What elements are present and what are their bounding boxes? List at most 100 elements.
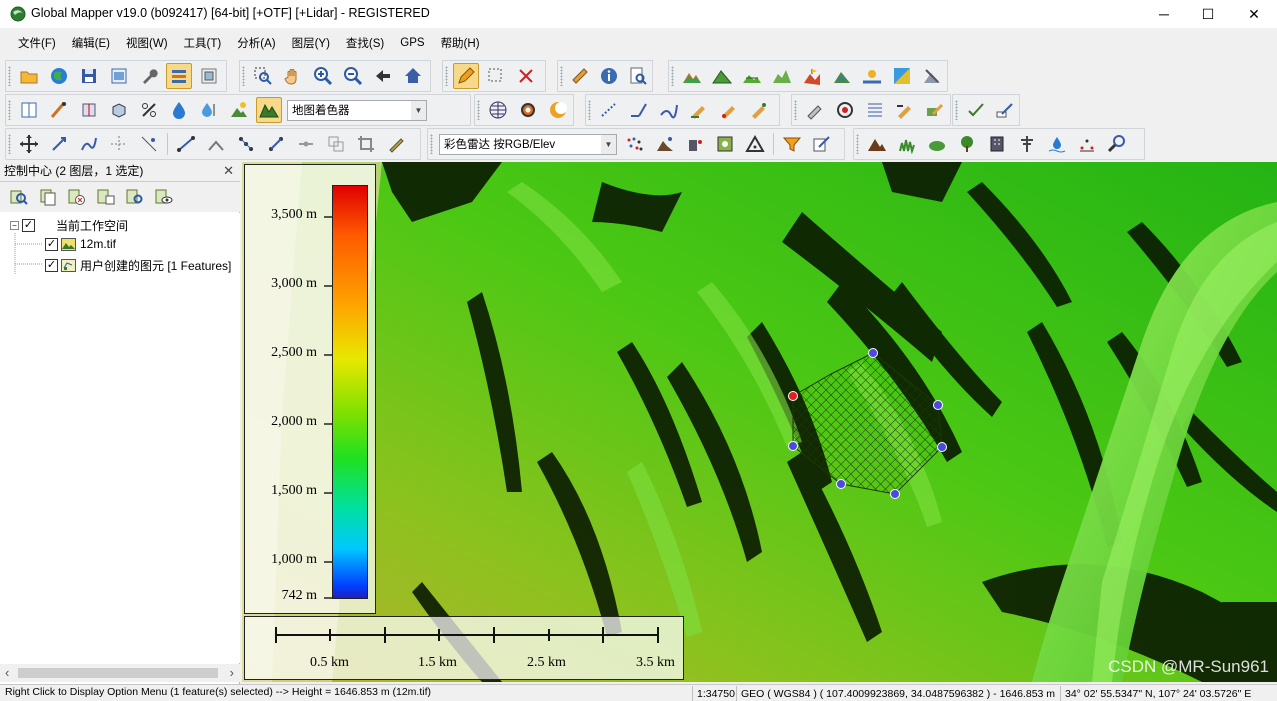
close-panel-icon[interactable]: ✕ — [223, 163, 234, 179]
search-doc-icon[interactable] — [625, 63, 650, 89]
menu-search[interactable]: 查找(S) — [338, 35, 392, 51]
marker-icon[interactable] — [383, 131, 409, 157]
terrain-profile-icon[interactable] — [769, 63, 795, 89]
percent-tool-icon[interactable] — [136, 97, 162, 123]
terrain-elevation-icon[interactable] — [679, 63, 705, 89]
terrain-sun-icon[interactable] — [859, 63, 885, 89]
menu-help[interactable]: 帮助(H) — [433, 35, 488, 51]
save-icon[interactable] — [76, 63, 102, 89]
workspace-icon[interactable] — [106, 63, 132, 89]
zoom-box-icon[interactable] — [250, 63, 276, 89]
line-pen-icon[interactable] — [626, 97, 652, 123]
menu-view[interactable]: 视图(W) — [118, 35, 176, 51]
terrain-disabled-icon[interactable] — [919, 63, 945, 89]
tree-layer-row[interactable]: ✓ 12m.tif — [45, 237, 116, 251]
delete-x-icon[interactable] — [513, 63, 539, 89]
scroll-left-icon[interactable]: ‹ — [5, 665, 9, 680]
filter-funnel-icon[interactable] — [779, 131, 805, 157]
tree-workspace-row[interactable]: − ✓ 当前工作空间 — [10, 217, 128, 234]
dotted-line-icon[interactable] — [596, 97, 622, 123]
point-cloud-icon[interactable] — [622, 131, 648, 157]
tree-layer-row[interactable]: ✓ 用户创建的图元 [1 Features] — [45, 257, 231, 274]
minimize-button[interactable]: ─ — [1141, 0, 1187, 28]
path-profile-icon[interactable] — [46, 97, 72, 123]
bend-line-icon[interactable] — [203, 131, 229, 157]
terrain-shader-icon[interactable] — [889, 63, 915, 89]
light-terrain-icon[interactable] — [226, 97, 252, 123]
search-tool-icon[interactable] — [1104, 131, 1130, 157]
node-split-icon[interactable] — [293, 131, 319, 157]
3d-view-icon[interactable] — [106, 97, 132, 123]
shrub-icon[interactable] — [924, 131, 950, 157]
layer-checkbox[interactable]: ✓ — [45, 259, 58, 272]
moon-night-icon[interactable] — [545, 97, 571, 123]
line-vertices-icon[interactable] — [173, 131, 199, 157]
area-pen-icon[interactable] — [922, 97, 948, 123]
menu-file[interactable]: 文件(F) — [10, 35, 64, 51]
curve-pen-icon[interactable] — [656, 97, 682, 123]
menu-edit[interactable]: 编辑(E) — [64, 35, 118, 51]
layer-search-icon[interactable] — [124, 186, 146, 208]
zoom-in-icon[interactable] — [310, 63, 336, 89]
snap-crosshair-icon[interactable] — [106, 131, 132, 157]
triangle-mesh-icon[interactable] — [742, 131, 768, 157]
workspace-checkbox[interactable]: ✓ — [22, 219, 35, 232]
collapse-icon[interactable]: − — [10, 221, 19, 230]
zoom-out-icon[interactable] — [340, 63, 366, 89]
polygon-vertex[interactable] — [890, 489, 900, 499]
menu-layer[interactable]: 图层(Y) — [284, 35, 338, 51]
split-view-icon[interactable] — [16, 97, 42, 123]
settings-gear-icon[interactable] — [515, 97, 541, 123]
mountain-shader-icon[interactable] — [256, 97, 282, 123]
polygon-vertex[interactable] — [788, 441, 798, 451]
select-box-icon[interactable] — [483, 63, 509, 89]
vertex-edit-icon[interactable] — [802, 97, 828, 123]
scatter-tool-icon[interactable] — [136, 131, 162, 157]
polygon-vertex[interactable] — [836, 479, 846, 489]
layers-icon[interactable] — [166, 63, 192, 89]
shader-dropdown[interactable]: 地图着色器 ▼ — [287, 99, 427, 121]
terrain-slope-icon[interactable] — [709, 63, 735, 89]
water-icon[interactable] — [1044, 131, 1070, 157]
measure-ruler-icon[interactable] — [568, 63, 593, 89]
terrain-flag-icon[interactable] — [799, 63, 825, 89]
maximize-button[interactable]: ☐ — [1185, 0, 1231, 28]
open-folder-icon[interactable] — [16, 63, 42, 89]
layer-close-icon[interactable] — [66, 186, 88, 208]
layer-checkbox[interactable]: ✓ — [45, 237, 58, 251]
menu-tools[interactable]: 工具(T) — [176, 35, 230, 51]
terrain-watershed-icon[interactable] — [829, 63, 855, 89]
layer-metadata-icon[interactable] — [95, 186, 117, 208]
edit-points-icon[interactable] — [809, 131, 835, 157]
ground-mountain-icon[interactable] — [864, 131, 890, 157]
close-button[interactable]: ✕ — [1231, 0, 1277, 28]
menu-analysis[interactable]: 分析(A) — [229, 35, 283, 51]
building-icon[interactable] — [984, 131, 1010, 157]
grid-area-icon[interactable] — [862, 97, 888, 123]
copy-feature-icon[interactable] — [323, 131, 349, 157]
render-mode-dropdown[interactable]: 彩色雷达 按RGB/Elev ▼ — [439, 133, 617, 155]
scroll-right-icon[interactable]: › — [230, 665, 234, 680]
checkmark-pen-icon[interactable] — [963, 97, 988, 123]
move-feature-icon[interactable] — [892, 97, 918, 123]
scrollbar-thumb[interactable] — [18, 668, 218, 678]
home-icon[interactable] — [400, 63, 426, 89]
map-view[interactable]: 3,500 m 3,000 m 2,500 m 2,000 m 1,500 m … — [242, 162, 1277, 682]
digitizer-pencil-icon[interactable] — [453, 63, 479, 89]
node-cluster-icon[interactable] — [233, 131, 259, 157]
terrain-contour-icon[interactable] — [739, 63, 765, 89]
polygon-vertex[interactable] — [868, 348, 878, 358]
pan-hand-icon[interactable] — [280, 63, 306, 89]
water-drop-icon[interactable] — [166, 97, 192, 123]
crop-icon[interactable] — [353, 131, 379, 157]
layer-zoom-icon[interactable] — [8, 186, 30, 208]
menu-gps[interactable]: GPS — [392, 37, 432, 49]
tree-icon[interactable] — [954, 131, 980, 157]
grass-icon[interactable] — [894, 131, 920, 157]
back-arrow-icon[interactable] — [370, 63, 396, 89]
horizontal-scrollbar[interactable]: ‹ › — [0, 664, 240, 682]
rotate-feature-icon[interactable] — [46, 131, 72, 157]
edit-attributes-icon[interactable] — [992, 97, 1017, 123]
lidar-terrain-icon[interactable] — [652, 131, 678, 157]
lidar-classify-icon[interactable] — [712, 131, 738, 157]
